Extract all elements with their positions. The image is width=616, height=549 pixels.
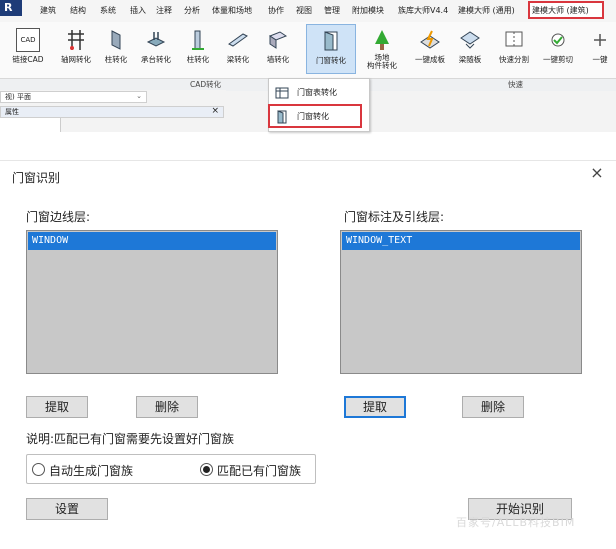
- link-cad-button[interactable]: CAD 链接CAD: [6, 28, 50, 72]
- menu-modeling-architecture[interactable]: 建模大师 (建筑): [532, 5, 589, 16]
- close-icon[interactable]: ×: [588, 164, 606, 182]
- menu-modeling-general[interactable]: 建模大师 (通用): [458, 5, 515, 16]
- dropdown-item-schedule-convert[interactable]: 门窗表转化: [273, 83, 365, 103]
- cmd-label: 场地 构件转化: [367, 53, 397, 70]
- cmd-label: 链接CAD: [12, 55, 44, 64]
- slab-icon: [420, 30, 440, 49]
- one-click-more-button[interactable]: 一键: [584, 28, 616, 72]
- properties-panel-body: [0, 118, 61, 132]
- beam-follow-slab-button[interactable]: 梁随板: [448, 28, 492, 72]
- beam-convert-button[interactable]: 梁转化: [216, 28, 260, 72]
- wall-convert-button[interactable]: 墙转化: [256, 28, 300, 72]
- one-click-cut-button[interactable]: 一键剪切: [536, 28, 580, 72]
- cmd-label: 承台转化: [141, 55, 171, 64]
- application-button[interactable]: R: [0, 0, 22, 16]
- cmd-label: 一键成板: [415, 55, 445, 64]
- column-icon: [111, 30, 121, 50]
- menu-manage[interactable]: 管理: [324, 5, 340, 16]
- edge-layer-list[interactable]: WINDOW: [26, 230, 278, 374]
- cad-file-icon: CAD: [16, 28, 40, 52]
- instruction-note: 说明:匹配已有门窗需要先设置好门窗族: [26, 432, 235, 446]
- menu-addins[interactable]: 附加模块: [352, 5, 384, 16]
- group-label-cad: CAD转化: [190, 80, 222, 89]
- chevron-down-icon: ⌄: [136, 92, 142, 100]
- radio-match-existing[interactable]: 匹配已有门窗族: [200, 462, 301, 479]
- list-item[interactable]: WINDOW_TEXT: [342, 232, 580, 250]
- dialog-title: 门窗识别: [12, 171, 61, 185]
- menu-family-library[interactable]: 族库大师V4.4: [398, 5, 448, 16]
- menu-annotate[interactable]: 注释: [156, 5, 172, 16]
- menu-structure[interactable]: 结构: [70, 5, 86, 16]
- view-selector[interactable]: 视) 平面 ⌄: [0, 91, 147, 103]
- door-window-icon: [324, 31, 338, 51]
- cmd-label: 墙转化: [266, 55, 290, 64]
- cmd-label: 一键剪切: [543, 55, 573, 64]
- pile-cap-convert-button[interactable]: 承台转化: [134, 28, 178, 72]
- cut-icon: [551, 33, 565, 47]
- view-selector-value: 视) 平面: [5, 93, 31, 101]
- cmd-label: 快速分割: [499, 55, 529, 64]
- menu-architecture[interactable]: 建筑: [40, 5, 56, 16]
- ribbon-menu-bar: R 建筑 结构 系统 插入 注释 分析 体量和场地 协作 视图 管理 附加模块 …: [0, 0, 616, 23]
- menu-analyze[interactable]: 分析: [184, 5, 200, 16]
- list-item[interactable]: WINDOW: [28, 232, 276, 250]
- menu-systems[interactable]: 系统: [100, 5, 116, 16]
- radio-on-icon: [200, 463, 213, 476]
- cmd-label: 轴网转化: [61, 55, 91, 64]
- left-delete-button[interactable]: 删除: [136, 396, 198, 418]
- left-extract-button[interactable]: 提取: [26, 396, 88, 418]
- beam-icon: [228, 33, 248, 47]
- cmd-label: 柱转化: [104, 55, 128, 64]
- cmd-label: 一键: [592, 55, 608, 64]
- watermark: 百家号/ALLB科技BIM: [456, 516, 576, 529]
- cmd-label: 门窗转化: [316, 56, 346, 65]
- right-delete-button[interactable]: 删除: [462, 396, 524, 418]
- beam-slab-icon: [460, 31, 480, 49]
- split-icon: [505, 31, 523, 47]
- quick-split-button[interactable]: 快速分割: [492, 28, 536, 72]
- dropdown-highlight-box: [268, 104, 362, 128]
- wall-icon: [268, 31, 288, 49]
- grid-convert-button[interactable]: 轴网转化: [54, 28, 98, 72]
- properties-panel-header: 属性 ×: [0, 106, 224, 118]
- more-tool-icon: [594, 34, 606, 46]
- tag-layer-heading: 门窗标注及引线层:: [344, 210, 445, 224]
- site-convert-button[interactable]: 场地 构件转化: [360, 28, 404, 72]
- dropdown-item-label: 门窗表转化: [297, 88, 337, 97]
- edge-layer-heading: 门窗边线层:: [26, 210, 91, 224]
- right-extract-button[interactable]: 提取: [344, 396, 406, 418]
- pile-cap-icon: [146, 32, 166, 47]
- column-convert-button[interactable]: 柱转化: [94, 28, 138, 72]
- cmd-label: 梁随板: [458, 55, 482, 64]
- schedule-icon: [275, 87, 289, 99]
- close-icon[interactable]: ×: [211, 106, 219, 116]
- settings-button[interactable]: 设置: [26, 498, 108, 520]
- group-label-quick: 快速: [508, 80, 523, 89]
- column-2-icon: [192, 30, 204, 50]
- menu-massing[interactable]: 体量和场地: [212, 5, 252, 16]
- cmd-label: 梁转化: [226, 55, 250, 64]
- door-window-convert-button[interactable]: 门窗转化: [306, 24, 356, 74]
- properties-title: 属性: [5, 108, 19, 116]
- tag-layer-list[interactable]: WINDOW_TEXT: [340, 230, 582, 374]
- menu-insert[interactable]: 插入: [130, 5, 146, 16]
- menu-view[interactable]: 视图: [296, 5, 312, 16]
- one-click-slab-button[interactable]: 一键成板: [408, 28, 452, 72]
- radio-off-icon: [32, 463, 45, 476]
- grid-icon: [68, 30, 84, 50]
- radio-auto-generate[interactable]: 自动生成门窗族: [32, 462, 133, 479]
- app-logo-icon: R: [4, 1, 13, 14]
- cmd-label: 柱转化: [186, 55, 210, 64]
- site-tree-icon: [375, 30, 389, 50]
- menu-collaborate[interactable]: 协作: [268, 5, 284, 16]
- radio-label: 自动生成门窗族: [49, 464, 134, 478]
- radio-label: 匹配已有门窗族: [217, 464, 302, 478]
- column-convert-2-button[interactable]: 柱转化: [176, 28, 220, 72]
